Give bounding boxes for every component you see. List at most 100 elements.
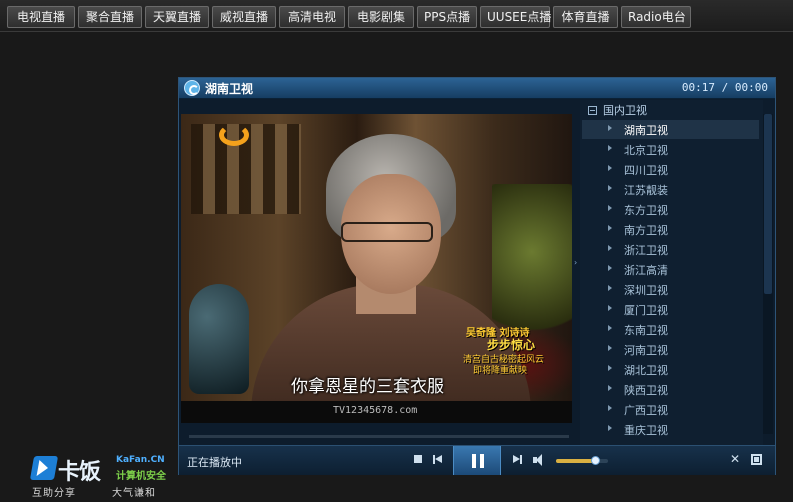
player-titlebar[interactable]: 湖南卫视 00:17 / 00:00: [179, 78, 775, 99]
channel-label: 浙江高清: [624, 264, 668, 277]
channel-item[interactable]: 重庆卫视: [582, 420, 759, 439]
channel-group-header[interactable]: 国内卫视: [588, 102, 647, 118]
bullet-icon: [608, 285, 612, 291]
channel-item[interactable]: 湖北卫视: [582, 360, 759, 379]
channel-item[interactable]: 湖南卫视: [582, 120, 759, 139]
tab-aggregate-live[interactable]: 聚合直播: [78, 6, 142, 28]
channel-item[interactable]: 南方卫视: [582, 220, 759, 239]
player-window: 湖南卫视 00:17 / 00:00 吴奇隆 刘诗诗 步步惊心 清宫自古秘密起风…: [178, 77, 776, 475]
bullet-icon: [608, 125, 612, 131]
tab-uusee-vod[interactable]: UUSEE点播: [480, 6, 551, 28]
channel-label: 广西卫视: [624, 404, 668, 417]
channel-label: 东方卫视: [624, 204, 668, 217]
channel-item[interactable]: 陕西卫视: [582, 380, 759, 399]
volume-slider[interactable]: [556, 456, 608, 465]
bullet-icon: [608, 385, 612, 391]
volume-fill: [556, 459, 595, 463]
tab-tv-live[interactable]: 电视直播: [7, 6, 75, 28]
bullet-icon: [608, 365, 612, 371]
channel-label: 厦门卫视: [624, 304, 668, 317]
video-vase: [189, 284, 249, 394]
channel-label: 四川卫视: [624, 164, 668, 177]
person-glasses: [341, 222, 433, 242]
channel-item[interactable]: 浙江卫视: [582, 240, 759, 259]
logo-subtitle: 计算机安全: [116, 471, 166, 482]
channel-label: 陕西卫视: [624, 384, 668, 397]
tab-sports-live[interactable]: 体育直播: [553, 6, 618, 28]
tab-weishi-live[interactable]: 威视直播: [212, 6, 276, 28]
channel-label: 河南卫视: [624, 344, 668, 357]
bullet-icon: [608, 185, 612, 191]
channel-label: 湖北卫视: [624, 364, 668, 377]
volume-knob[interactable]: [591, 456, 600, 465]
bullet-icon: [608, 145, 612, 151]
site-logo: 卡饭 KaFan.CN 计算机安全 互助分享 大气谦和: [29, 454, 177, 499]
channel-item[interactable]: 浙江高清: [582, 260, 759, 279]
caption-line-2: 即将降重献映: [473, 366, 528, 376]
seek-bar[interactable]: [189, 435, 569, 438]
logo-tagline-2: 大气谦和: [112, 488, 156, 499]
kafan-logo-icon: [29, 456, 59, 480]
channel-label: 江苏靓装: [624, 184, 668, 197]
splitter-handle[interactable]: ›: [574, 258, 579, 278]
control-bar: 正在播放中 ✕: [179, 445, 775, 475]
bullet-icon: [608, 205, 612, 211]
channel-label: 湖南卫视: [624, 124, 668, 137]
channel-label: 北京卫视: [624, 144, 668, 157]
channel-sidebar: 国内卫视 湖南卫视北京卫视四川卫视江苏靓装东方卫视南方卫视浙江卫视浙江高清深圳卫…: [580, 100, 763, 445]
bullet-icon: [608, 345, 612, 351]
sidebar-scrollbar[interactable]: [763, 114, 773, 434]
channel-group-label: 国内卫视: [603, 104, 647, 117]
time-readout: 00:17 / 00:00: [681, 81, 768, 94]
tab-pps-vod[interactable]: PPS点播: [417, 6, 477, 28]
tab-radio[interactable]: Radio电台: [621, 6, 691, 28]
stop-icon[interactable]: [414, 455, 422, 463]
logo-name-en: KaFan.CN: [116, 455, 165, 465]
tab-movies-series[interactable]: 电影剧集: [348, 6, 414, 28]
bullet-icon: [608, 425, 612, 431]
pause-icon: [472, 454, 484, 468]
collapse-icon[interactable]: [588, 106, 597, 115]
channel-item[interactable]: 深圳卫视: [582, 280, 759, 299]
channel-item[interactable]: 东方卫视: [582, 200, 759, 219]
video-watermark: TV12345678.com: [333, 405, 418, 416]
channel-item[interactable]: 江苏靓装: [582, 180, 759, 199]
channel-label: 东南卫视: [624, 324, 668, 337]
channel-item[interactable]: 四川卫视: [582, 160, 759, 179]
video-subtitle: 你拿恩星的三套衣服: [291, 377, 444, 397]
fullscreen-icon[interactable]: [751, 454, 762, 465]
watermark-bar: TV12345678.com: [181, 401, 572, 423]
bullet-icon: [608, 305, 612, 311]
bullet-icon: [608, 245, 612, 251]
top-tab-bar: 电视直播 聚合直播 天翼直播 威视直播 高清电视 电影剧集 PPS点播 UUSE…: [0, 0, 793, 32]
bullet-icon: [608, 265, 612, 271]
next-icon[interactable]: [513, 455, 523, 465]
logo-tagline-1: 互助分享: [32, 488, 76, 499]
play-pause-button[interactable]: [453, 446, 501, 475]
settings-icon[interactable]: ✕: [730, 453, 742, 465]
station-logo-icon: [219, 124, 249, 146]
tab-hd-tv[interactable]: 高清电视: [279, 6, 345, 28]
bullet-icon: [608, 405, 612, 411]
channel-item[interactable]: 广西卫视: [582, 400, 759, 419]
bullet-icon: [608, 325, 612, 331]
channel-item[interactable]: 河南卫视: [582, 340, 759, 359]
channel-item[interactable]: 东南卫视: [582, 320, 759, 339]
channel-item[interactable]: 北京卫视: [582, 140, 759, 159]
bullet-icon: [608, 165, 612, 171]
volume-icon[interactable]: [533, 454, 547, 466]
bullet-icon: [608, 225, 612, 231]
logo-name-cn: 卡饭: [58, 460, 101, 485]
channel-item[interactable]: 厦门卫视: [582, 300, 759, 319]
channel-label: 重庆卫视: [624, 424, 668, 437]
channel-label: 深圳卫视: [624, 284, 668, 297]
channel-label: 浙江卫视: [624, 244, 668, 257]
previous-icon[interactable]: [433, 455, 443, 465]
tv-logo-icon: [184, 80, 200, 96]
video-frame[interactable]: 吴奇隆 刘诗诗 步步惊心 清宫自古秘密起风云 即将降重献映 你拿恩星的三套衣服: [181, 114, 572, 401]
playback-status: 正在播放中: [187, 456, 242, 469]
tab-tianyi-live[interactable]: 天翼直播: [145, 6, 209, 28]
app-root: 电视直播 聚合直播 天翼直播 威视直播 高清电视 电影剧集 PPS点播 UUSE…: [0, 0, 793, 502]
scroll-thumb[interactable]: [764, 114, 772, 294]
channel-label: 南方卫视: [624, 224, 668, 237]
